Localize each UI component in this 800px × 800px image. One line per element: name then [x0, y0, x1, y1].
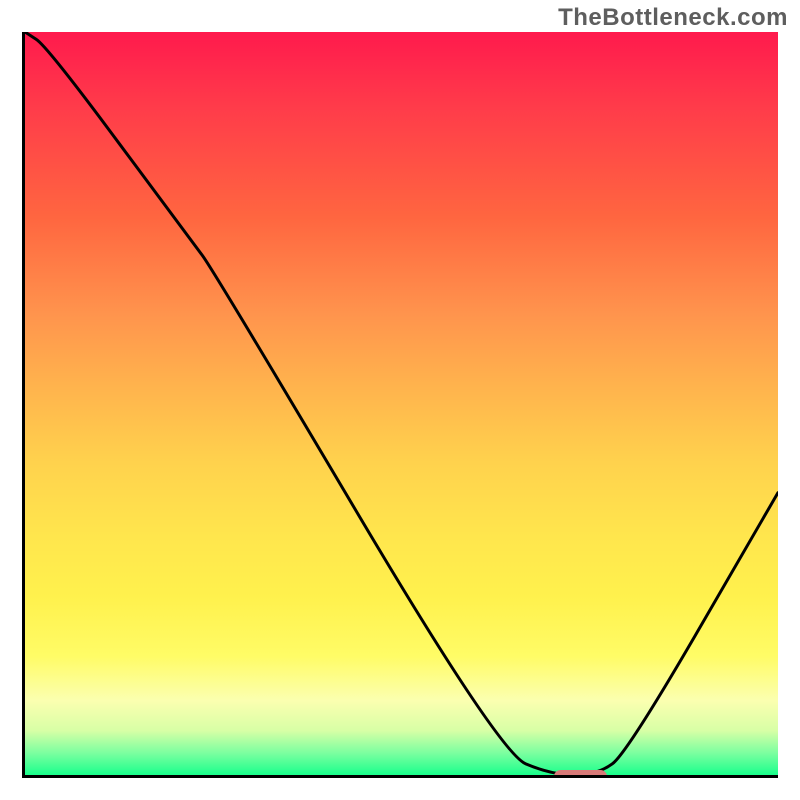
- curve-layer: [25, 32, 778, 775]
- watermark-text: TheBottleneck.com: [558, 4, 788, 32]
- plot-area: [22, 32, 778, 778]
- bottleneck-curve-path: [25, 32, 778, 775]
- bottleneck-chart: TheBottleneck.com: [0, 0, 800, 800]
- optimal-marker: [554, 770, 607, 778]
